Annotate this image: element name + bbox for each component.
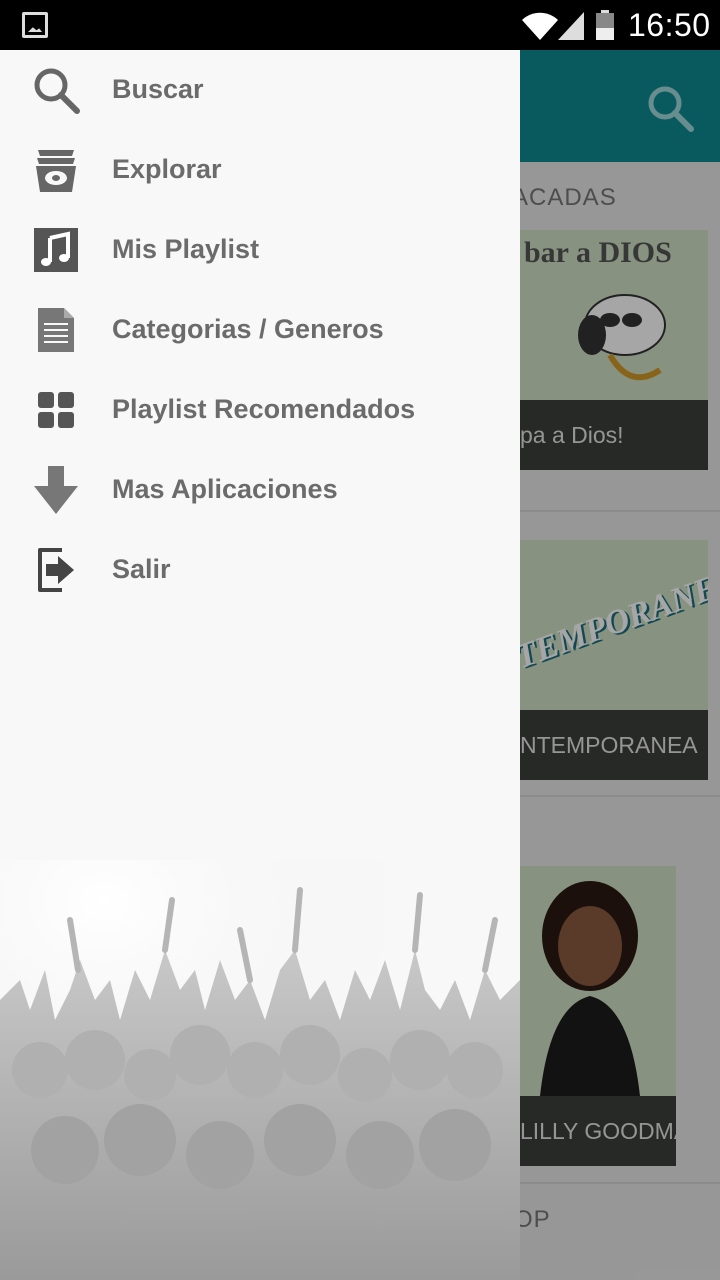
document-icon	[38, 308, 74, 352]
explore-icon	[36, 150, 76, 192]
wifi-icon	[522, 12, 558, 41]
drawer-item-label: Playlist Recomendados	[112, 394, 416, 424]
signal-icon	[558, 12, 584, 40]
drawer-item-label: Explorar	[112, 154, 222, 184]
status-bar: 16:50	[0, 0, 720, 50]
battery-icon	[596, 10, 614, 40]
music-note-icon	[34, 228, 78, 272]
exit-icon	[38, 548, 74, 592]
drawer-item-mas-aplicaciones[interactable]: Mas Aplicaciones	[0, 450, 520, 530]
drawer-menu: Buscar Explorar Mis Playlist Categorias …	[0, 50, 520, 610]
drawer-item-salir[interactable]: Salir	[0, 530, 520, 610]
navigation-drawer: Buscar Explorar Mis Playlist Categorias …	[0, 50, 520, 1280]
drawer-item-buscar[interactable]: Buscar	[0, 50, 520, 130]
image-notification-icon	[22, 12, 48, 38]
drawer-item-label: Buscar	[112, 74, 204, 104]
drawer-item-categorias[interactable]: Categorias / Generos	[0, 290, 520, 370]
drawer-item-recomendados[interactable]: Playlist Recomendados	[0, 370, 520, 450]
drawer-item-label: Mis Playlist	[112, 234, 260, 264]
drawer-item-label: Mas Aplicaciones	[112, 474, 338, 504]
drawer-item-mis-playlist[interactable]: Mis Playlist	[0, 210, 520, 290]
drawer-item-label: Salir	[112, 554, 171, 584]
crowd-illustration	[0, 860, 520, 1280]
grid-icon	[38, 392, 74, 428]
search-icon	[34, 68, 80, 114]
download-arrow-icon	[34, 466, 78, 514]
clock: 16:50	[628, 7, 711, 43]
drawer-item-explorar[interactable]: Explorar	[0, 130, 520, 210]
drawer-item-label: Categorias / Generos	[112, 314, 384, 344]
